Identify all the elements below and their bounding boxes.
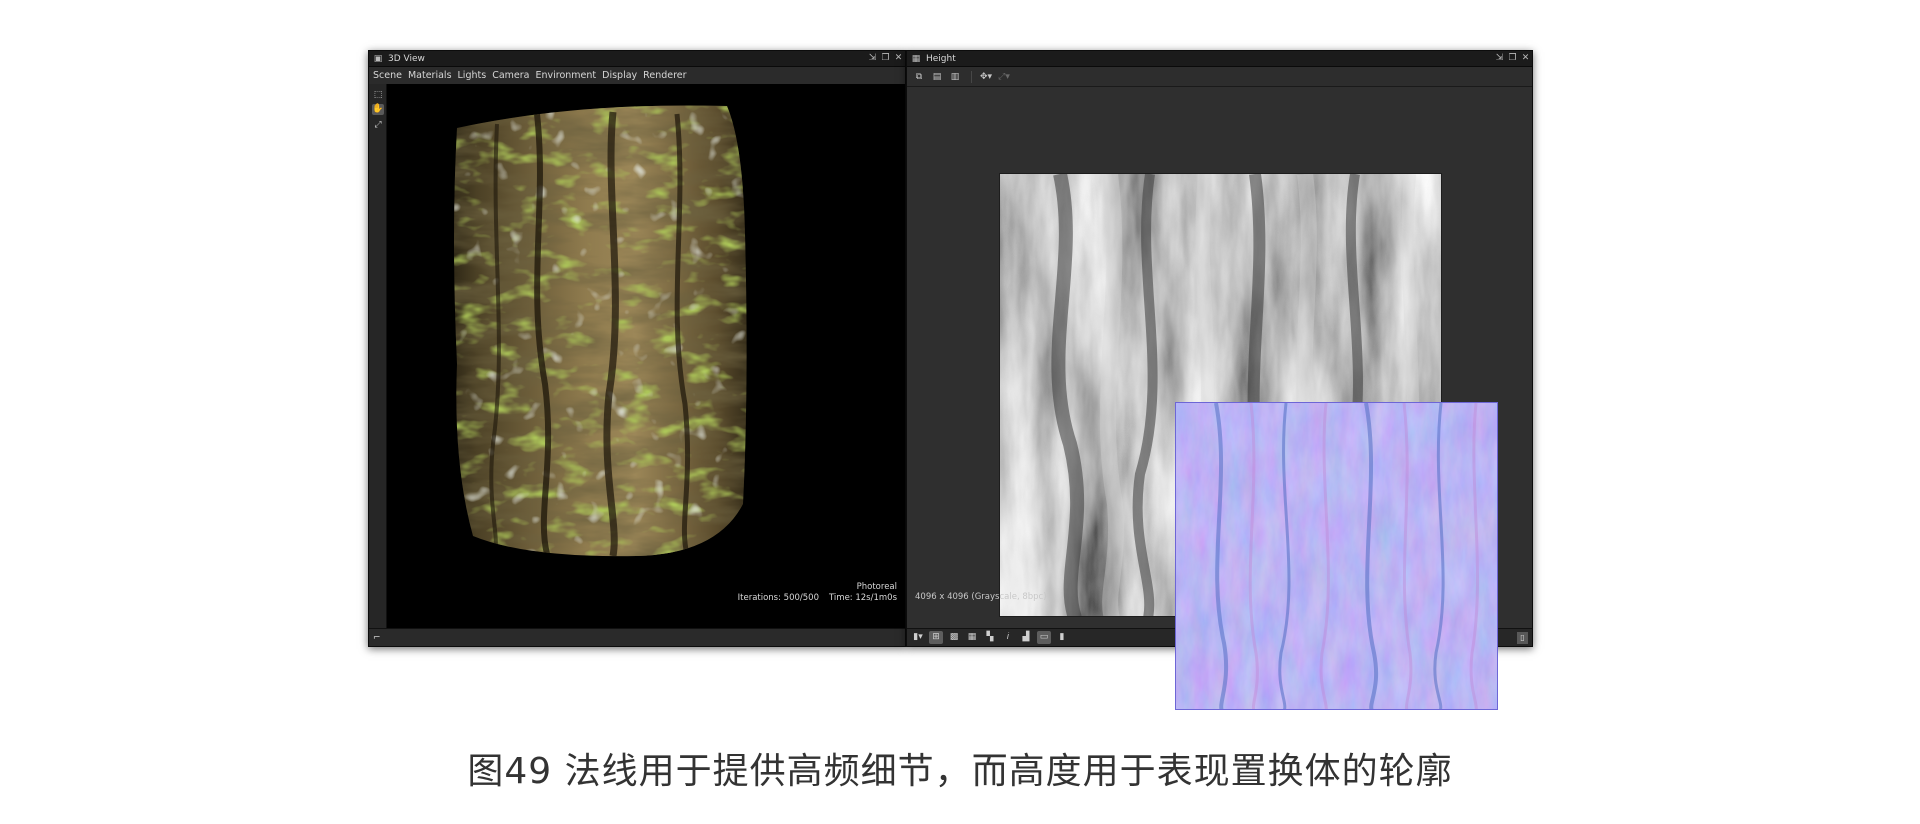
restore-icon[interactable]: ❐: [879, 52, 892, 65]
render-mode: Photoreal: [856, 582, 897, 592]
export-icon[interactable]: ▥: [947, 70, 963, 84]
grid-icon[interactable]: ▦: [965, 631, 979, 644]
3d-toolstrip: ⬚ ✋ ⤢: [369, 84, 387, 628]
close-icon[interactable]: ✕: [892, 52, 905, 65]
menu-camera[interactable]: Camera: [492, 70, 529, 81]
normal-map-image: [1175, 402, 1498, 710]
height-titlebar: ▦ Height ⇲ ❐ ✕: [907, 51, 1532, 67]
info-icon[interactable]: 𝑖: [1001, 631, 1015, 644]
height-toolbar: ⧉ ▤ ▥ ✥▾ ⤢▾: [907, 67, 1532, 87]
restore-icon[interactable]: ❐: [1506, 52, 1519, 65]
menu-lights[interactable]: Lights: [458, 70, 487, 81]
3d-viewport[interactable]: Photoreal Iterations: 500/500 Time: 12s/…: [387, 84, 905, 628]
close-icon[interactable]: ✕: [1519, 52, 1532, 65]
zoom-icon[interactable]: ⤢▾: [996, 70, 1012, 84]
render-iterations: Iterations: 500/500: [737, 593, 819, 603]
pin-icon[interactable]: ⇲: [1493, 52, 1506, 65]
bark-cylinder-render: [454, 105, 747, 557]
pin-icon[interactable]: ⇲: [866, 52, 879, 65]
histogram-icon[interactable]: ▟: [1019, 631, 1033, 644]
toolbar-separator: [971, 70, 972, 83]
render-time: Time: 12s/1m0s: [829, 593, 897, 603]
compare-icon[interactable]: ▭: [1037, 631, 1051, 644]
save-icon[interactable]: ▤: [929, 70, 945, 84]
menu-display[interactable]: Display: [602, 70, 637, 81]
menu-environment[interactable]: Environment: [535, 70, 596, 81]
figure-caption: 图49 法线用于提供高频细节，而高度用于表现置换体的轮廓: [467, 751, 1453, 792]
axis-icon[interactable]: ⌐: [373, 633, 381, 643]
height-title: Height: [926, 53, 956, 64]
select-icon[interactable]: ⬚: [372, 90, 384, 101]
fit-icon[interactable]: ✥▾: [978, 70, 994, 84]
image-icon: ▦: [911, 53, 921, 64]
3d-view-panel: ▣ 3D View ⇲ ❐ ✕ Scene Materials Lights C…: [368, 50, 906, 647]
3d-view-menubar: Scene Materials Lights Camera Environmen…: [369, 67, 905, 84]
checker-icon[interactable]: ▚: [983, 631, 997, 644]
3d-view-title: 3D View: [388, 53, 425, 64]
rgb-icon[interactable]: ▮: [1055, 631, 1069, 644]
cube-icon: ▣: [373, 53, 383, 64]
image-info: 4096 x 4096 (Grayscale, 8bpc): [915, 592, 1047, 602]
pick-icon[interactable]: ⤢: [372, 120, 384, 131]
menu-materials[interactable]: Materials: [408, 70, 452, 81]
color-icon[interactable]: ▩: [947, 631, 961, 644]
3d-statusbar: ⌐: [369, 628, 905, 646]
menu-scene[interactable]: Scene: [373, 70, 402, 81]
tiling-icon[interactable]: ⊞: [929, 631, 943, 644]
figure: ▣ 3D View ⇲ ❐ ✕ Scene Materials Lights C…: [0, 0, 1920, 824]
render-info: Photoreal Iterations: 500/500 Time: 12s/…: [738, 582, 897, 604]
copy-icon[interactable]: ⧉: [911, 70, 927, 84]
lock-icon[interactable]: ▯: [1517, 632, 1528, 644]
hand-icon[interactable]: ✋: [372, 104, 384, 115]
3d-view-titlebar: ▣ 3D View ⇲ ❐ ✕: [369, 51, 905, 67]
menu-renderer[interactable]: Renderer: [643, 70, 686, 81]
channels-icon[interactable]: ▮▾: [911, 631, 925, 644]
